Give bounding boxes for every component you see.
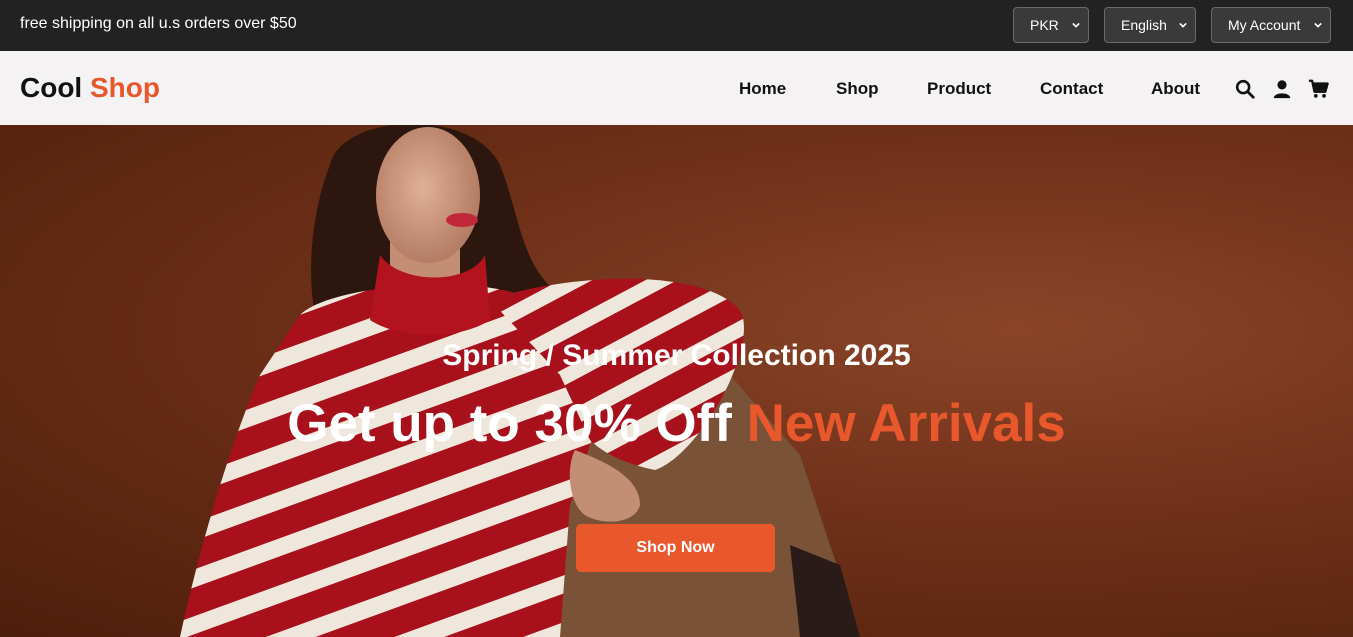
logo-text: Cool	[20, 72, 83, 103]
hero-title-main: Get up to 30% Off	[287, 394, 732, 453]
logo-accent-text: Shop	[90, 72, 160, 103]
account-value: My Account	[1228, 17, 1301, 33]
currency-value: PKR	[1030, 17, 1059, 33]
user-icon[interactable]	[1271, 78, 1293, 100]
promo-text: free shipping on all u.s orders over $50	[20, 15, 297, 32]
account-select[interactable]: My Account	[1211, 7, 1331, 43]
cart-icon[interactable]	[1308, 78, 1330, 100]
language-select[interactable]: English	[1104, 7, 1196, 43]
nav-home[interactable]: Home	[739, 79, 786, 99]
top-bar: free shipping on all u.s orders over $50…	[0, 0, 1353, 51]
chevron-down-icon	[1179, 22, 1187, 28]
shop-now-button[interactable]: Shop Now	[576, 524, 775, 572]
currency-select[interactable]: PKR	[1013, 7, 1089, 43]
site-logo[interactable]: Cool Shop	[20, 72, 160, 104]
chevron-down-icon	[1072, 22, 1080, 28]
hero-banner: Spring / Summer Collection 2025 Get up t…	[0, 125, 1353, 637]
nav-product[interactable]: Product	[927, 79, 991, 99]
hero-title: Get up to 30% Off New Arrivals	[0, 393, 1353, 454]
nav-shop[interactable]: Shop	[836, 79, 879, 99]
nav-about[interactable]: About	[1151, 79, 1200, 99]
main-navbar: Cool Shop Home Shop Product Contact Abou…	[0, 51, 1353, 125]
language-value: English	[1121, 17, 1167, 33]
hero-title-accent: New Arrivals	[746, 394, 1066, 453]
chevron-down-icon	[1314, 22, 1322, 28]
nav-contact[interactable]: Contact	[1040, 79, 1103, 99]
hero-subtitle: Spring / Summer Collection 2025	[442, 339, 911, 372]
search-icon[interactable]	[1234, 78, 1256, 100]
